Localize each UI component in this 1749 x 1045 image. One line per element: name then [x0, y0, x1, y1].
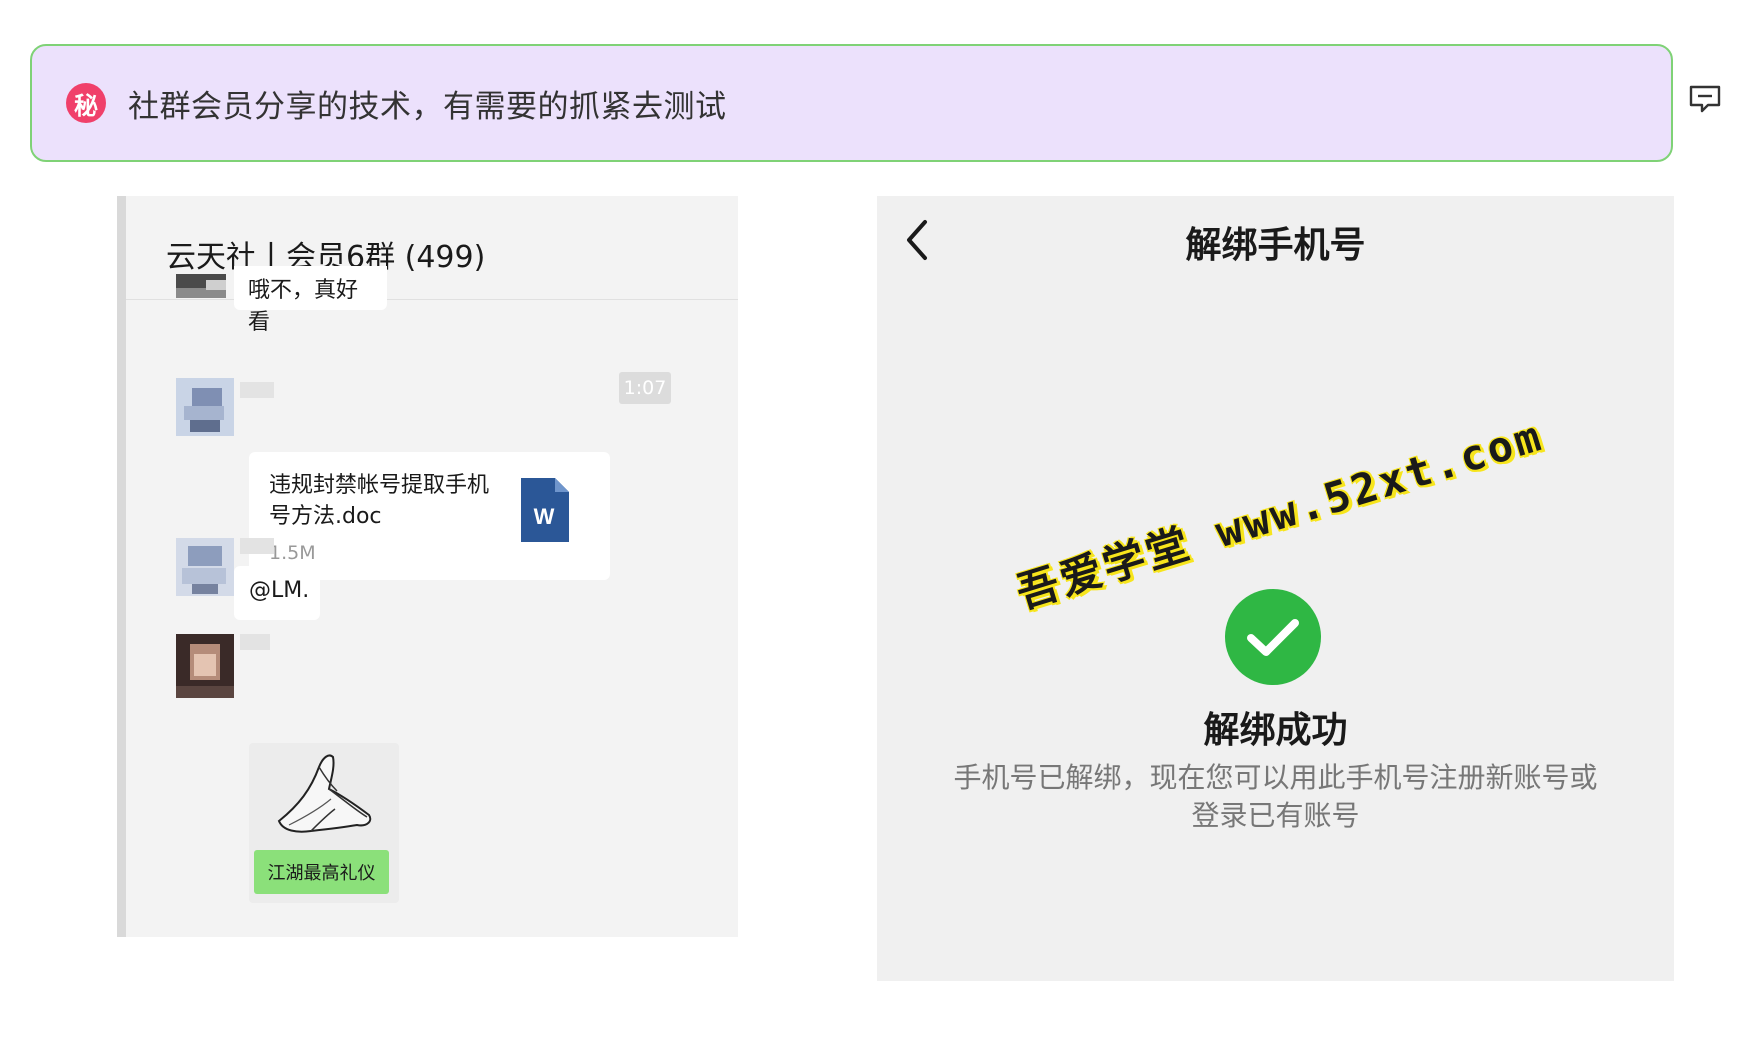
- sender-name: [240, 382, 274, 398]
- avatar: [176, 538, 234, 596]
- notice-banner: 秘 社群会员分享的技术，有需要的抓紧去测试: [30, 44, 1673, 162]
- success-title: 解绑成功: [1203, 710, 1348, 751]
- check-circle-icon: [1225, 589, 1321, 685]
- page-title: 解绑手机号: [1185, 225, 1366, 266]
- watermark: 吾爱学堂 www.52xt.com: [1010, 410, 1549, 618]
- phone-screenshot: 解绑手机号 吾爱学堂 www.52xt.com 解绑成功 手机号已解绑，现在您可…: [877, 196, 1674, 981]
- message-text: 哦不，真好看: [248, 278, 359, 335]
- file-message[interactable]: 违规封禁帐号提取手机号方法.doc 1.5M W: [249, 452, 610, 580]
- message-bubble: @LM.: [234, 566, 320, 620]
- banner-text: 社群会员分享的技术，有需要的抓紧去测试: [128, 88, 727, 125]
- sender-name: [240, 538, 274, 554]
- sender-name: [240, 634, 270, 650]
- comment-icon[interactable]: [1688, 84, 1722, 116]
- avatar: [176, 274, 234, 304]
- avatar: [176, 634, 234, 698]
- praying-hands-icon: [277, 754, 372, 833]
- file-size: 1.5M: [269, 542, 316, 564]
- svg-text:W: W: [534, 504, 555, 529]
- sticker-caption: 江湖最高礼仪: [254, 850, 389, 894]
- chat-screenshot: 云天社丨会员6群 (499) 哦不，真好看 1:07 违规封禁帐号提取手机号方法…: [117, 196, 738, 937]
- timestamp: 1:07: [619, 372, 671, 404]
- message-bubble: 哦不，真好看: [234, 266, 387, 335]
- word-icon: W: [521, 478, 569, 542]
- success-description: 手机号已解绑，现在您可以用此手机号注册新账号或登录已有账号: [953, 761, 1598, 832]
- message-text: @LM.: [249, 578, 310, 603]
- avatar: [176, 378, 234, 436]
- sticker-message[interactable]: 江湖最高礼仪: [249, 743, 399, 903]
- secret-badge-icon: 秘: [66, 83, 106, 123]
- file-name: 违规封禁帐号提取手机号方法.doc: [269, 473, 490, 529]
